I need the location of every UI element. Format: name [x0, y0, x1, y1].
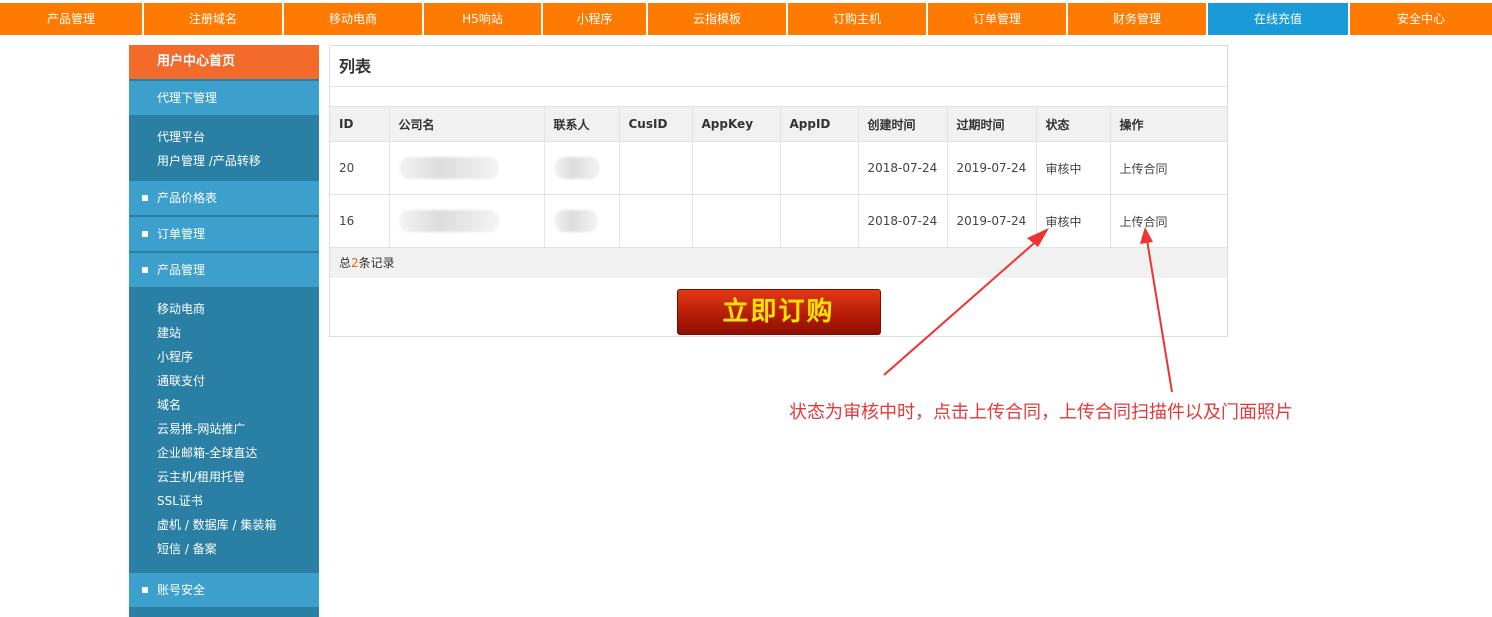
annotation-note: 状态为审核中时，点击上传合同，上传合同扫描件以及门面照片	[789, 402, 1293, 423]
annotation-arrows	[883, 227, 1173, 393]
arrow-to-upload	[1140, 227, 1173, 393]
arrow-to-status	[883, 228, 1049, 376]
